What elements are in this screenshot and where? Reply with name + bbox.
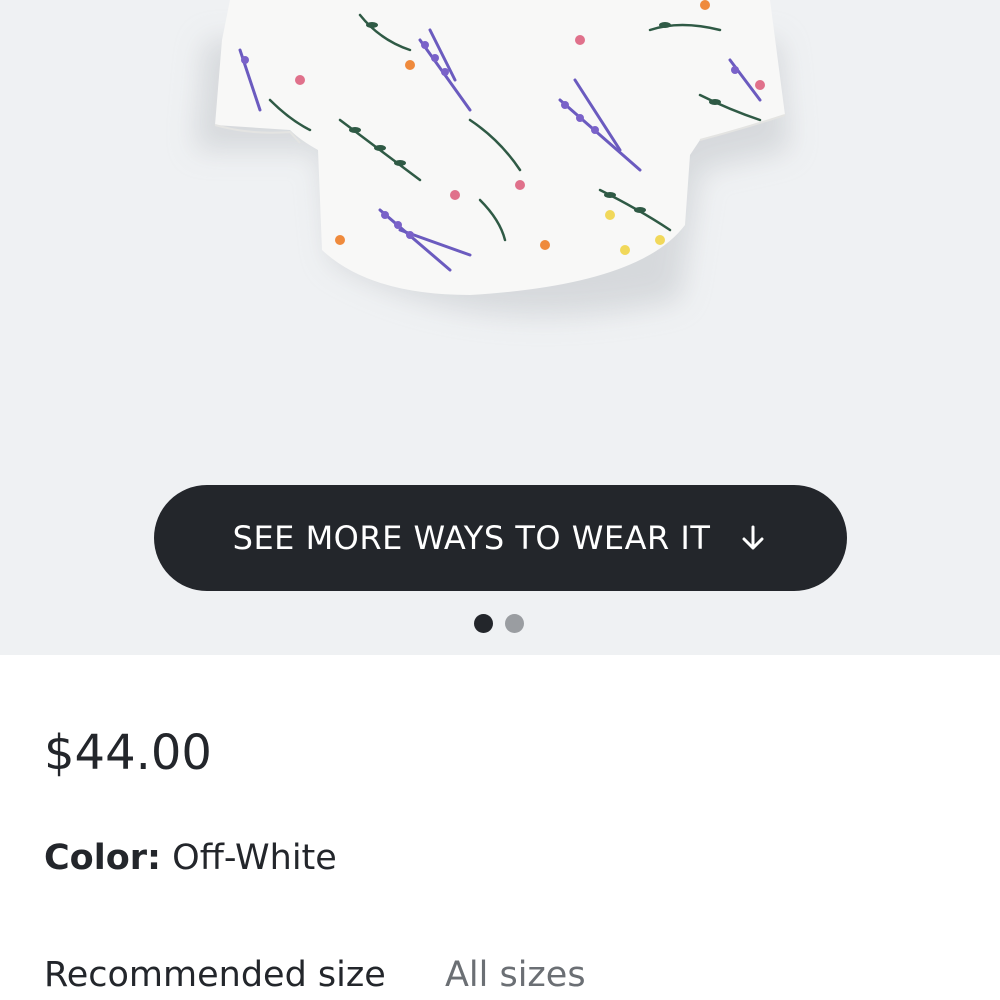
carousel-dot-2[interactable] (505, 614, 524, 633)
color-row: Color: Off-White (44, 838, 337, 878)
see-more-ways-button[interactable]: SEE MORE WAYS TO WEAR IT (154, 485, 847, 591)
color-value: Off-White (172, 838, 337, 878)
product-image-area[interactable]: SEE MORE WAYS TO WEAR IT (0, 0, 1000, 655)
see-more-ways-label: SEE MORE WAYS TO WEAR IT (232, 519, 711, 557)
size-row: Recommended size All sizes (44, 955, 586, 995)
price: $44.00 (44, 725, 212, 781)
color-label: Color: (44, 838, 162, 878)
arrow-down-icon (738, 523, 768, 553)
carousel-dot-1[interactable] (474, 614, 493, 633)
carousel-indicator (474, 614, 524, 633)
recommended-size-label: Recommended size (44, 955, 386, 995)
all-sizes-link[interactable]: All sizes (445, 955, 586, 995)
